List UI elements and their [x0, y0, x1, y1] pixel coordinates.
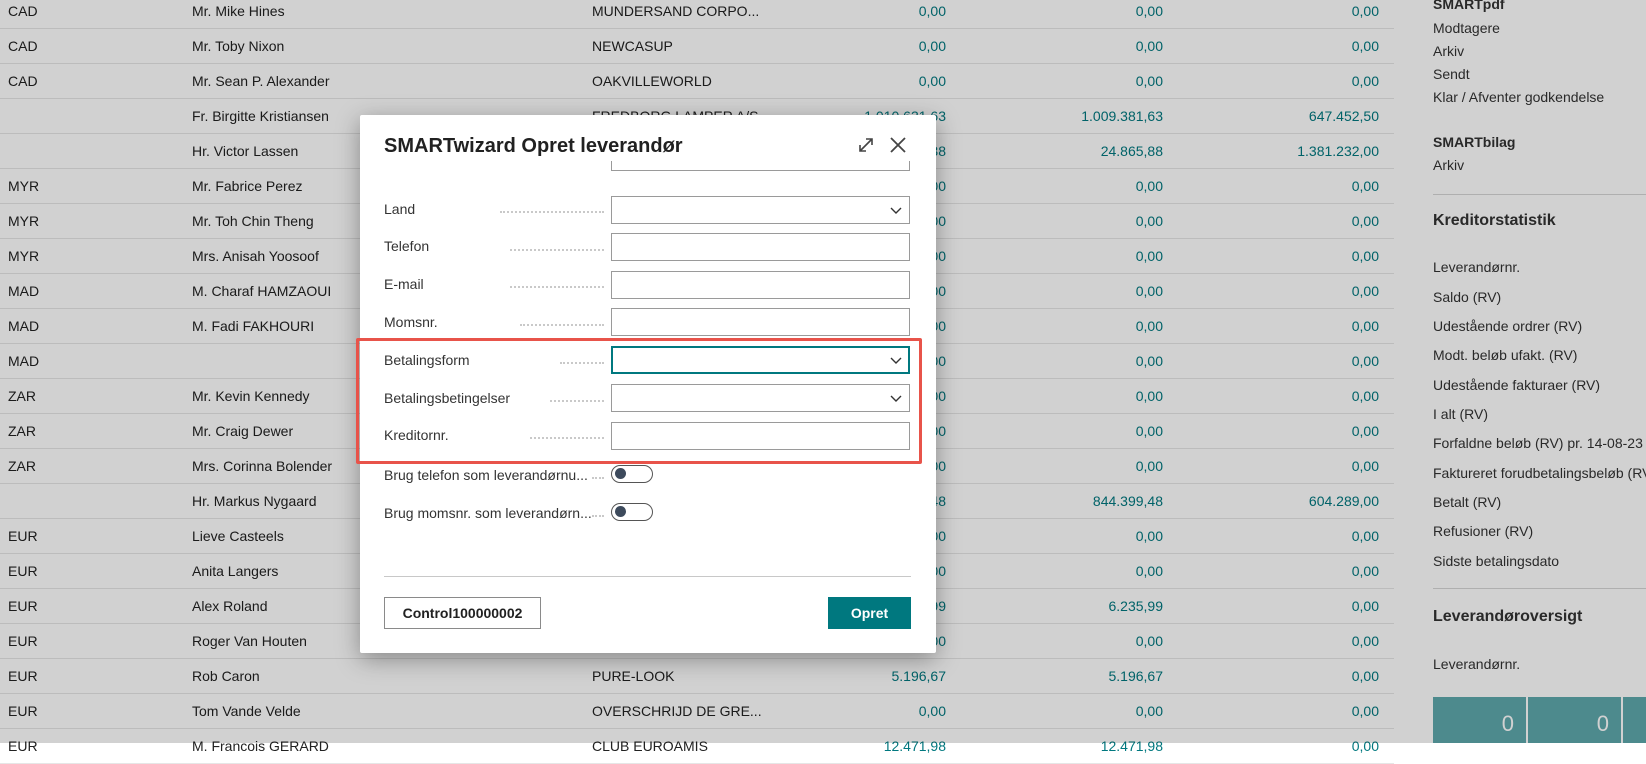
label-payment-method: Betalingsform [384, 352, 470, 368]
dotted-leader [592, 475, 604, 479]
use-phone-toggle[interactable] [611, 465, 653, 483]
payment-terms-select[interactable] [611, 384, 910, 412]
chevron-down-icon [890, 395, 902, 402]
label-vat: Momsnr. [384, 314, 438, 330]
dotted-leader [510, 284, 604, 288]
dotted-leader [550, 398, 604, 402]
control-button[interactable]: Control100000002 [384, 597, 541, 629]
wizard-dialog: SMARTwizard Opret leverandør Land Telefo… [356, 115, 936, 653]
label-country: Land [384, 201, 416, 217]
use-vat-toggle[interactable] [611, 503, 653, 521]
dotted-leader [592, 513, 604, 517]
label-payment-terms: Betalingsbetingelser [384, 390, 511, 406]
dotted-leader [560, 360, 604, 364]
dotted-leader [510, 247, 604, 251]
chevron-down-icon [890, 357, 902, 364]
chevron-down-icon [890, 207, 902, 214]
create-button[interactable]: Opret [828, 597, 911, 629]
label-use-phone: Brug telefon som leverandørnu... [384, 467, 588, 483]
footer-divider [384, 576, 911, 577]
country-select[interactable] [611, 196, 910, 224]
dotted-leader [530, 435, 604, 439]
dotted-leader [520, 322, 604, 326]
toggle-knob [615, 468, 626, 479]
phone-input[interactable] [611, 233, 910, 261]
vat-input[interactable] [611, 308, 910, 336]
label-use-vat: Brug momsnr. som leverandørn... [384, 505, 592, 521]
label-creditor-no: Kreditornr. [384, 427, 449, 443]
dotted-leader [500, 209, 604, 213]
email-input[interactable] [611, 271, 910, 299]
close-icon[interactable] [886, 133, 910, 157]
payment-method-select[interactable] [611, 346, 910, 374]
clipped-field[interactable] [611, 161, 910, 171]
creditor-no-input[interactable] [611, 422, 910, 450]
label-email: E-mail [384, 276, 424, 292]
dialog-title: SMARTwizard Opret leverandør [384, 135, 683, 157]
toggle-knob [615, 506, 626, 517]
expand-icon[interactable] [854, 133, 878, 157]
label-phone: Telefon [384, 238, 430, 254]
